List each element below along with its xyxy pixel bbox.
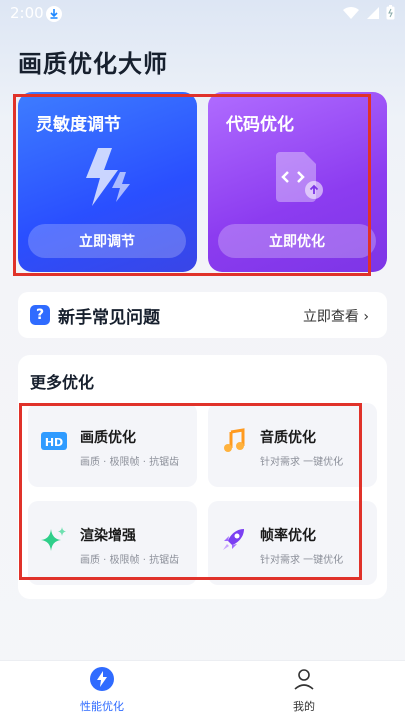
faq-title: 新手常见问题 <box>58 308 160 328</box>
code-file-icon <box>268 142 328 216</box>
signal-icon <box>366 5 380 24</box>
card-title: 代码优化 <box>226 115 294 135</box>
tile-picture-quality[interactable]: HD 画质优化 画质 · 极限帧 · 抗锯齿 <box>28 403 197 487</box>
view-now-link[interactable]: 立即查看 › <box>303 306 369 326</box>
optimize-now-button[interactable]: 立即优化 <box>218 224 376 258</box>
nav-label: 性能优化 <box>80 700 124 713</box>
chevron-right-icon: › <box>363 309 369 325</box>
music-note-icon <box>220 427 248 455</box>
tile-frame-rate[interactable]: 帧率优化 针对需求 一键优化 <box>208 501 377 585</box>
tile-name: 画质优化 <box>80 430 136 446</box>
tile-sound-quality[interactable]: 音质优化 针对需求 一键优化 <box>208 403 377 487</box>
card-title: 灵敏度调节 <box>36 115 121 135</box>
rocket-icon <box>220 525 248 553</box>
adjust-now-button[interactable]: 立即调节 <box>28 224 186 258</box>
tile-desc: 画质 · 极限帧 · 抗锯齿 <box>80 457 180 468</box>
status-time: 2:00 <box>10 4 44 22</box>
svg-text:HD: HD <box>45 436 63 449</box>
page-title: 画质优化大师 <box>18 50 168 78</box>
battery-icon <box>386 5 395 24</box>
status-bar: 2:00 <box>0 0 405 28</box>
tile-desc: 针对需求 一键优化 <box>260 457 344 468</box>
faq-bar[interactable]: ? 新手常见问题 立即查看 › <box>18 292 387 338</box>
tile-name: 音质优化 <box>260 430 316 446</box>
tab-mine[interactable]: 我的 <box>264 667 344 714</box>
more-optimizations-section: 更多优化 HD 画质优化 画质 · 极限帧 · 抗锯齿 音质优化 针对需求 一键… <box>18 355 387 599</box>
lightning-circle-icon <box>90 667 114 691</box>
wifi-icon <box>342 5 360 24</box>
tile-render-enhance[interactable]: 渲染增强 画质 · 极限帧 · 抗锯齿 <box>28 501 197 585</box>
tile-desc: 画质 · 极限帧 · 抗锯齿 <box>80 555 180 566</box>
tab-performance[interactable]: 性能优化 <box>62 667 142 714</box>
sparkle-icon <box>40 525 68 553</box>
bottom-nav: 性能优化 我的 <box>0 660 405 720</box>
sensitivity-card[interactable]: 灵敏度调节 立即调节 <box>18 92 197 272</box>
tile-desc: 针对需求 一键优化 <box>260 555 344 566</box>
nav-label: 我的 <box>293 700 315 713</box>
hd-icon: HD <box>40 427 68 455</box>
code-optimize-card[interactable]: 代码优化 立即优化 <box>208 92 387 272</box>
section-title: 更多优化 <box>30 373 95 392</box>
lightning-icon <box>78 142 138 216</box>
person-icon <box>294 669 314 690</box>
view-now-label: 立即查看 <box>302 309 359 325</box>
tile-name: 渲染增强 <box>80 528 136 544</box>
download-icon <box>46 6 62 22</box>
tile-name: 帧率优化 <box>260 528 316 544</box>
question-icon: ? <box>30 305 50 325</box>
